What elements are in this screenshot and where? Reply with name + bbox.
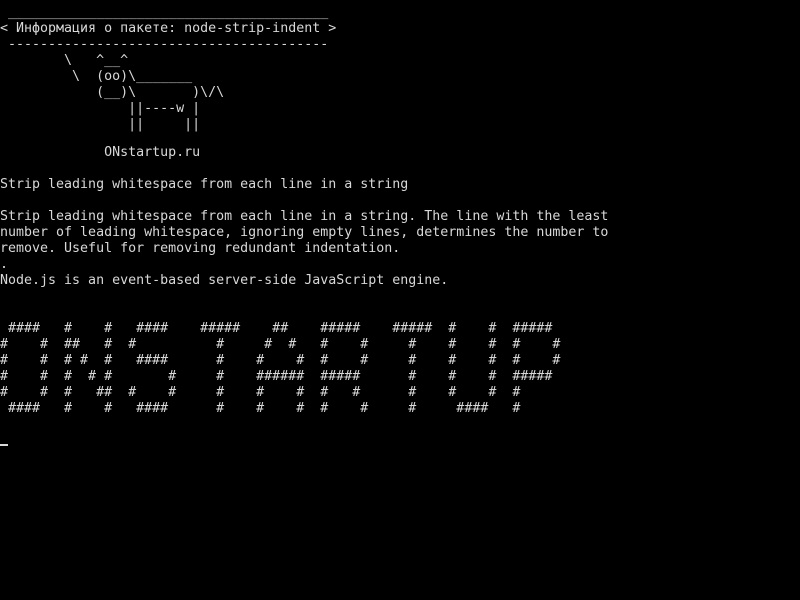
cowsay-line: ---------------------------------------- [0,37,329,52]
description-line: Node.js is an event-based server-side Ja… [0,273,449,288]
description-line [0,193,608,209]
banner-line: # # # # # # # ###### ##### # # # ##### [0,369,553,384]
cowsay-line: ________________________________________ [0,5,329,20]
cowsay-line: (__)\ )\/\ [0,85,225,100]
banner-line: # # # # # #### # # # # # # # # # # [0,353,561,368]
cowsay-line: ||----w | [0,101,201,116]
banner-line: #### # # #### ##### ## ##### ##### # # #… [0,321,553,336]
description-line: number of leading whitespace, ignoring e… [0,225,609,240]
text-cursor [0,444,8,446]
cowsay-line: \ ^__^ [0,53,129,68]
banner-line: # # ## # # # # # # # # # # # # [0,337,561,352]
description-line: Strip leading whitespace from each line … [0,177,409,192]
onstartup-ascii-banner: #### # # #### ##### ## ##### ##### # # #… [0,321,560,417]
terminal-screen[interactable]: ________________________________________… [0,0,800,600]
brand-line: ONstartup.ru [0,145,201,160]
banner-line: #### # # #### # # # # # # #### # [0,401,521,416]
description-line: . [0,257,9,272]
banner-line: # # # ## # # # # # # # # # # # [0,385,521,400]
description-line: Strip leading whitespace from each line … [0,209,609,224]
description-line: remove. Useful for removing redundant in… [0,241,401,256]
cowsay-line: || || [0,117,201,132]
cowsay-output: ________________________________________… [0,5,336,133]
cowsay-line: \ (oo)\_______ [0,69,193,84]
cowsay-line: < Информация о пакете: node-strip-indent… [0,21,337,36]
package-description: Strip leading whitespace from each line … [0,177,608,289]
